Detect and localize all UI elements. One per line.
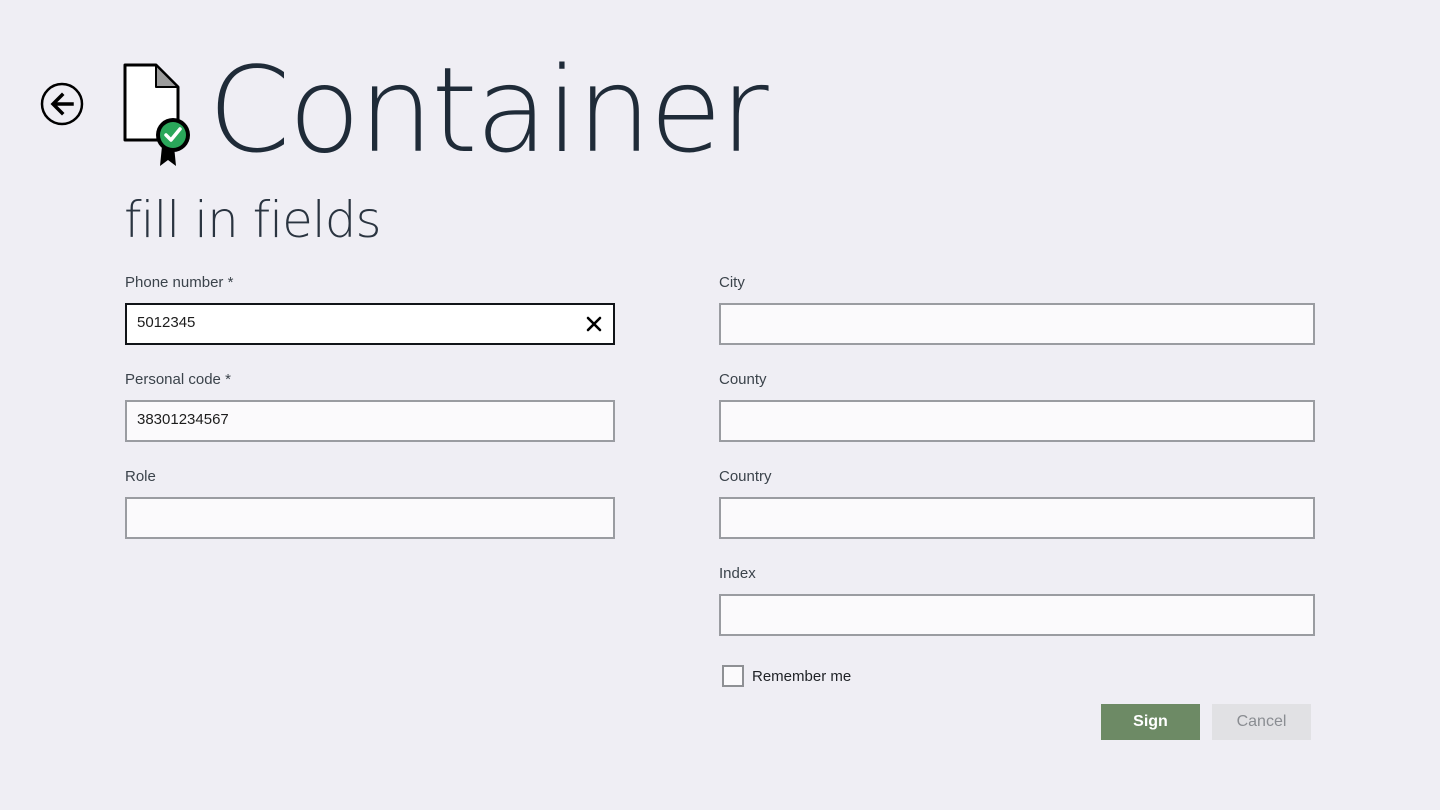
page-title: Container [208,41,769,179]
index-label: Index [719,565,756,582]
index-input-box [719,594,1315,636]
county-input[interactable] [721,402,1313,440]
phone-number-input[interactable] [127,305,613,343]
role-input[interactable] [127,499,613,537]
index-input[interactable] [721,596,1313,634]
country-field: Country [719,467,1315,539]
personal-code-label: Personal code * [125,371,231,388]
close-icon [586,316,602,332]
remember-me-checkbox[interactable] [722,665,744,687]
back-arrow-icon [40,82,84,126]
phone-number-field: Phone number * [125,273,615,345]
remember-me-label: Remember me [752,667,852,685]
index-field: Index [719,564,1315,636]
phone-number-input-box [125,303,615,345]
city-label: City [719,274,745,291]
personal-code-input-box [125,400,615,442]
phone-number-label: Phone number * [125,274,234,291]
role-field: Role [125,467,615,539]
country-input-box [719,497,1315,539]
county-input-box [719,400,1315,442]
role-label: Role [125,468,156,485]
personal-code-input[interactable] [127,402,613,440]
city-input[interactable] [721,305,1313,343]
back-button[interactable] [40,82,84,126]
country-input[interactable] [721,499,1313,537]
city-input-box [719,303,1315,345]
country-label: Country [719,468,772,485]
county-field: County [719,370,1315,442]
page-subtitle: fill in fields [124,191,382,249]
role-input-box [125,497,615,539]
clear-input-button[interactable] [583,313,605,335]
sign-button[interactable]: Sign [1101,704,1200,740]
cancel-button[interactable]: Cancel [1212,704,1311,740]
remember-me-toggle[interactable]: Remember me [722,664,851,688]
signed-document-icon [120,60,196,170]
city-field: City [719,273,1315,345]
county-label: County [719,371,767,388]
sign-container-page: Container fill in fields Phone number * … [0,0,1440,810]
personal-code-field: Personal code * [125,370,615,442]
